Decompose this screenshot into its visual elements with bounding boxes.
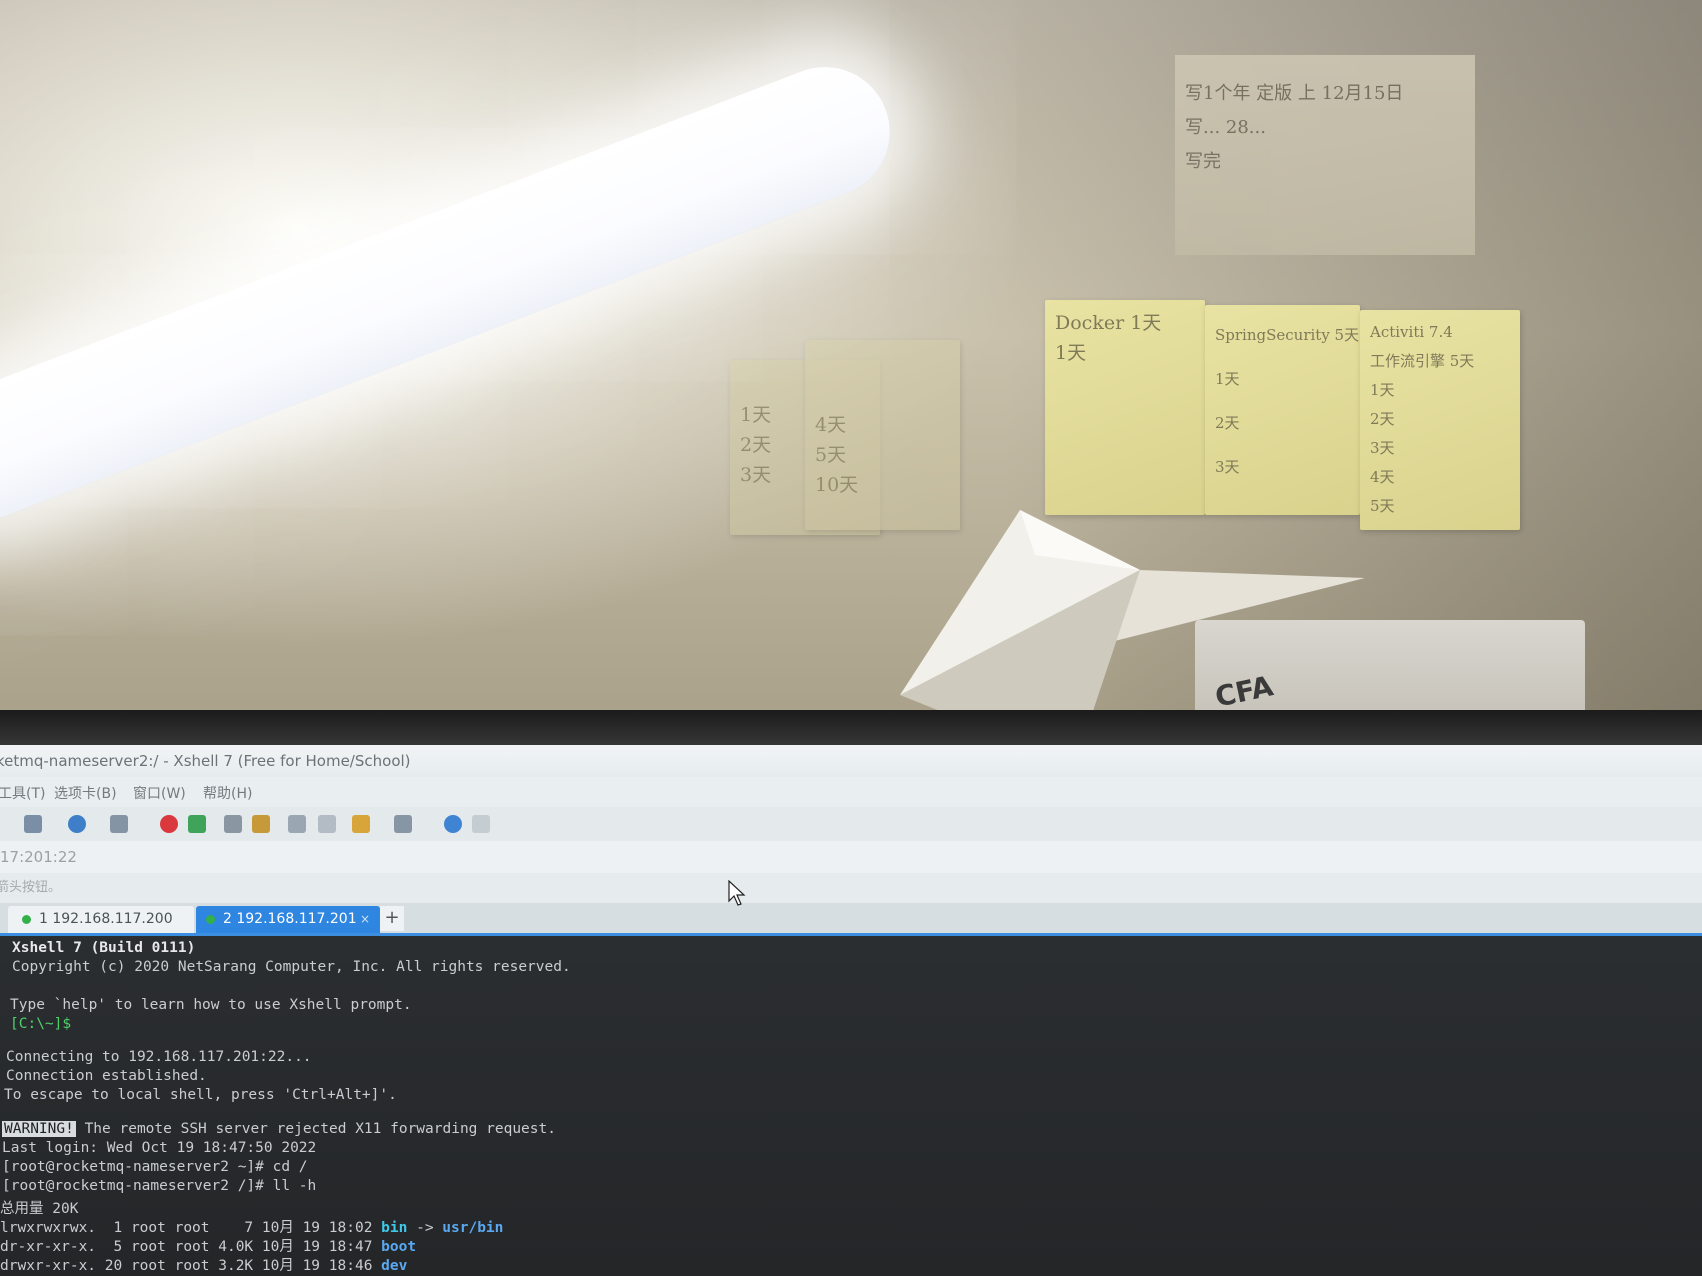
session-tab-1[interactable]: 1 192.168.117.200 — [8, 906, 194, 933]
keyboard-icon[interactable] — [288, 815, 306, 833]
window-titlebar: ketmq-nameserver2:/ - Xshell 7 (Free for… — [0, 745, 1702, 777]
ls-meta: lrwxrwxrwx. 1 root root 7 10月 19 18:02 — [0, 1220, 382, 1236]
note-line: 4天 — [815, 414, 847, 436]
note-line: 写1个年 定版 上 12月15日 — [1185, 83, 1404, 104]
ls-row: lrwxrwxrwx. 1 root root 7 10月 19 18:02 b… — [0, 1216, 503, 1237]
chat-icon[interactable] — [472, 815, 490, 833]
note-line: 写完 — [1185, 151, 1227, 172]
note-line: 3天 — [1215, 458, 1240, 476]
monitor-screen: ketmq-nameserver2:/ - Xshell 7 (Free for… — [0, 745, 1702, 1276]
xmanager-icon[interactable] — [188, 815, 206, 833]
mouse-cursor-icon — [728, 880, 746, 906]
warning-badge: WARNING! — [2, 1121, 76, 1137]
folder-icon[interactable] — [352, 815, 370, 833]
note-line: SpringSecurity 5天 — [1215, 326, 1360, 344]
wall-scene: 写1个年 定版 上 12月15日 写... 28... 写完 1天 2天 3天 … — [0, 0, 1702, 745]
ls-name: dev — [381, 1258, 408, 1274]
note-line: Docker 1天 — [1055, 312, 1162, 334]
session-tab-bar: 1 192.168.117.200 2 192.168.117.201 × + — [0, 903, 1702, 936]
close-tab-icon[interactable]: × — [360, 906, 370, 933]
note-line: 5天 — [815, 444, 847, 466]
status-dot-icon — [206, 914, 215, 924]
local-prompt: [C:\~]$ — [10, 1016, 72, 1032]
top-paper-note: 写1个年 定版 上 12月15日 写... 28... 写完 — [1175, 55, 1475, 255]
ls-row: drwxr-xr-x. 20 root root 3.2K 10月 19 18:… — [0, 1254, 407, 1275]
sticky-note-activiti: Activiti 7.4 工作流引擎 5天 1天 2天 3天 4天 5天 — [1360, 310, 1520, 530]
hint-text: 箭头按钮。 — [0, 880, 62, 895]
menu-window[interactable]: 窗口(W) — [133, 783, 186, 803]
address-bar[interactable]: 17:201:22 — [0, 841, 1702, 873]
note-line: 2天 — [1215, 414, 1240, 432]
status-dot-icon — [22, 914, 31, 924]
note-line: 2天 — [740, 434, 772, 456]
note-line: 2天 — [1370, 410, 1395, 428]
terminal-line: [root@rocketmq-nameserver2 /]# ll -h — [2, 1178, 317, 1194]
toolbar — [0, 807, 1702, 841]
note-line: 10天 — [815, 474, 859, 496]
note-line: 3天 — [1370, 439, 1395, 457]
note-line: 4天 — [1370, 468, 1395, 486]
note-line: 工作流引擎 5天 — [1370, 352, 1475, 370]
menu-bar: 工具(T) 选项卡(B) 窗口(W) 帮助(H) — [0, 777, 1702, 807]
note-line: 1天 — [740, 404, 772, 426]
pen-icon[interactable] — [318, 815, 336, 833]
address-text: 17:201:22 — [0, 848, 77, 866]
terminal-line: 总用量 20K — [0, 1201, 79, 1217]
terminal-line: Connection established. — [6, 1068, 207, 1084]
tab-label: 2 192.168.117.201 — [223, 911, 357, 927]
terminal-line: To escape to local shell, press 'Ctrl+Al… — [4, 1087, 397, 1103]
ls-meta: dr-xr-xr-x. 5 root root 4.0K 10月 19 18:4… — [0, 1239, 382, 1255]
menu-help[interactable]: 帮助(H) — [203, 783, 252, 803]
hint-bar: 箭头按钮。 — [0, 873, 1702, 903]
menu-tools[interactable]: 工具(T) — [0, 783, 45, 803]
ls-name: bin — [381, 1220, 408, 1236]
note-line: 3天 — [740, 464, 772, 486]
terminal-line: WARNING! The remote SSH server rejected … — [2, 1121, 556, 1137]
window-title: ketmq-nameserver2:/ - Xshell 7 (Free for… — [0, 752, 411, 770]
note-line: 1天 — [1055, 342, 1087, 364]
sticky-note-docker: Docker 1天 1天 — [1045, 300, 1205, 515]
globe-icon[interactable] — [68, 815, 86, 833]
ls-meta: drwxr-xr-x. 20 root root 3.2K 10月 19 18:… — [0, 1258, 382, 1274]
ls-arrow: -> — [407, 1220, 443, 1236]
terminal-output[interactable]: Xshell 7 (Build 0111) Copyright (c) 2020… — [0, 936, 1702, 1276]
help-icon[interactable] — [444, 815, 462, 833]
note-line: 写... 28... — [1185, 117, 1266, 138]
sticky-note-springsecurity: SpringSecurity 5天 1天 2天 3天 — [1205, 305, 1360, 515]
ls-row: dr-xr-xr-x. 5 root root 4.0K 10月 19 18:4… — [0, 1235, 416, 1256]
terminal-line: Connecting to 192.168.117.201:22... — [6, 1049, 312, 1065]
note-line: 1天 — [1370, 381, 1395, 399]
terminal-line: Type `help' to learn how to use Xshell p… — [10, 997, 412, 1013]
fullscreen-icon[interactable] — [224, 815, 242, 833]
monitor-bezel — [0, 710, 1702, 750]
tab-label: 1 192.168.117.200 — [39, 911, 173, 927]
session-tab-2[interactable]: 2 192.168.117.201 × — [196, 906, 380, 933]
lock-icon[interactable] — [252, 815, 270, 833]
note-line: Activiti 7.4 — [1370, 323, 1453, 341]
layout-icon[interactable] — [394, 815, 412, 833]
terminal-line: [root@rocketmq-nameserver2 ~]# cd / — [2, 1159, 308, 1175]
terminal-line: Last login: Wed Oct 19 18:47:50 2022 — [2, 1140, 317, 1156]
save-icon[interactable] — [24, 815, 42, 833]
menu-tabs[interactable]: 选项卡(B) — [54, 783, 117, 803]
font-icon[interactable] — [110, 815, 128, 833]
terminal-line: Xshell 7 (Build 0111) — [12, 940, 196, 956]
ls-name: boot — [381, 1239, 417, 1255]
note-line: 1天 — [1215, 370, 1240, 388]
paper-airplane — [900, 510, 1365, 720]
warning-text: The remote SSH server rejected X11 forwa… — [75, 1121, 556, 1137]
ls-target: usr/bin — [442, 1220, 504, 1236]
terminal-line: Copyright (c) 2020 NetSarang Computer, I… — [12, 959, 571, 975]
add-tab-button[interactable]: + — [380, 906, 404, 931]
xftp-icon[interactable] — [160, 815, 178, 833]
note-line: 5天 — [1370, 497, 1395, 515]
